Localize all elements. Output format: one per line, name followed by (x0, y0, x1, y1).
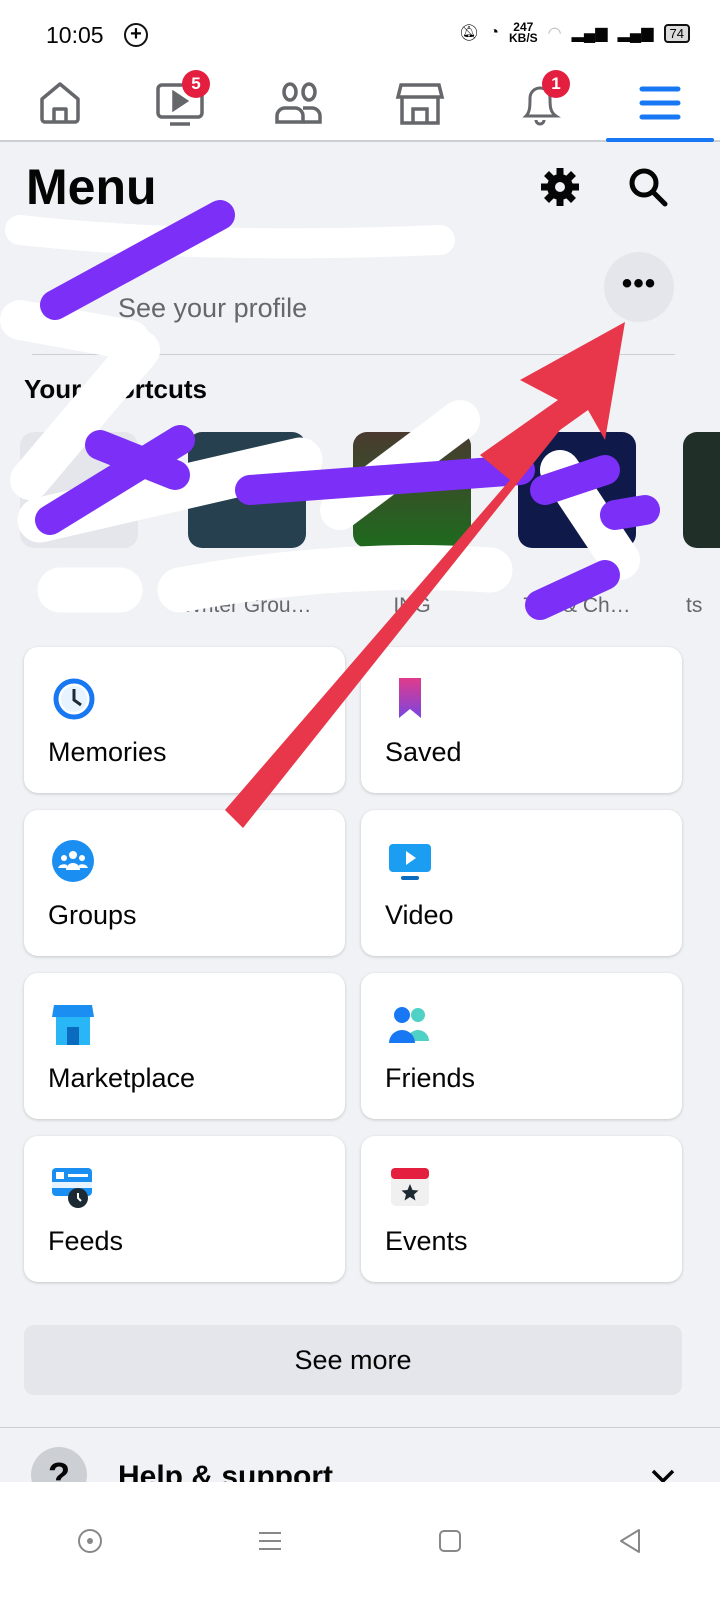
marketplace-icon (52, 1005, 94, 1045)
menu-card-feeds[interactable]: Feeds (24, 1136, 345, 1282)
gear-icon[interactable] (538, 165, 582, 209)
card-label: Feeds (48, 1226, 124, 1256)
wifi-icon: ◠ (547, 25, 562, 42)
add-circle-icon: + (124, 23, 148, 47)
card-label: Groups (48, 900, 137, 930)
divider (0, 1427, 720, 1428)
card-label: Marketplace (48, 1063, 196, 1093)
menu-card-saved[interactable]: Saved (361, 647, 682, 793)
friends-icon (389, 1007, 429, 1043)
top-nav: 5 1 (0, 66, 720, 142)
home-button[interactable] (435, 1526, 465, 1556)
tab-video[interactable]: 5 (120, 66, 240, 140)
chevron-down-icon[interactable] (650, 1468, 676, 1482)
shortcuts-title: Your shortcuts (24, 374, 207, 404)
menu-card-memories[interactable]: Memories (24, 647, 345, 793)
divider (32, 354, 675, 355)
status-icons: 🔕︎ ◔ 247 KB/S ◠ ▂▄▆ ▂▄▆ 74 (459, 20, 690, 45)
video-badge: 5 (182, 70, 210, 98)
page-title: Menu (26, 159, 157, 215)
video-icon (389, 844, 431, 880)
feeds-icon (52, 1168, 92, 1208)
shortcut-thumb[interactable] (518, 432, 636, 548)
bell-muted-icon: 🔕︎ (459, 25, 480, 42)
shortcut-label: ING (393, 594, 431, 617)
card-label: Friends (385, 1063, 476, 1093)
shortcut-thumb[interactable] (188, 432, 306, 548)
card-label: Memories (48, 737, 167, 767)
memories-icon (53, 678, 95, 720)
signal-icon: ▂▄▆ (571, 25, 608, 42)
menu-card-groups[interactable]: Groups (24, 810, 345, 956)
menu-card-video[interactable]: Video (361, 810, 682, 956)
tab-friends[interactable] (240, 66, 360, 140)
status-bar: 10:05 + 🔕︎ ◔ 247 KB/S ◠ ▂▄▆ ▂▄▆ 74 (0, 0, 720, 66)
menu-card-marketplace[interactable]: Marketplace (24, 973, 345, 1119)
home-icon (40, 82, 80, 124)
svg-text:?: ? (48, 1455, 70, 1482)
battery-icon: 74 (663, 23, 690, 43)
active-tab-indicator (606, 138, 714, 142)
events-icon (391, 1168, 429, 1206)
marketplace-icon (395, 83, 445, 125)
shortcut-label: Writer Grou… (182, 594, 312, 617)
card-label: Events (385, 1226, 468, 1256)
status-time: 10:05 (46, 22, 104, 48)
help-icon: ? (31, 1447, 87, 1482)
friends-icon (275, 82, 322, 124)
net-speed: 247 KB/S (508, 20, 538, 45)
menu-card-friends[interactable]: Friends (361, 973, 682, 1119)
shortcut-thumb[interactable] (683, 432, 720, 548)
system-nav-bar (0, 1482, 720, 1600)
card-label: Saved (385, 737, 462, 767)
see-more-button[interactable]: See more (24, 1325, 682, 1395)
speedometer-icon: ◔ (489, 24, 499, 41)
assistant-button[interactable] (75, 1526, 105, 1556)
profile-more-button[interactable]: ••• (604, 252, 674, 322)
tab-home[interactable] (0, 66, 120, 140)
groups-icon (52, 840, 94, 882)
back-button[interactable] (615, 1526, 645, 1556)
search-icon[interactable] (626, 165, 670, 209)
shortcut-thumb[interactable] (20, 432, 138, 548)
notifications-badge: 1 (542, 70, 570, 98)
tab-marketplace[interactable] (360, 66, 480, 140)
see-profile-link[interactable]: See your profile (118, 293, 307, 324)
shortcut-label: ts (686, 594, 703, 617)
menu-card-events[interactable]: Events (361, 1136, 682, 1282)
bookmark-icon (399, 678, 421, 718)
hamburger-icon (639, 86, 681, 120)
signal-icon-2: ▂▄▆ (617, 25, 654, 42)
shortcut-thumb[interactable] (353, 432, 471, 548)
tab-menu[interactable] (600, 66, 720, 142)
card-label: Video (385, 900, 454, 930)
recents-button[interactable] (255, 1526, 285, 1556)
shortcut-label: T… & Ch… (523, 594, 631, 617)
tab-notifications[interactable]: 1 (480, 66, 600, 140)
